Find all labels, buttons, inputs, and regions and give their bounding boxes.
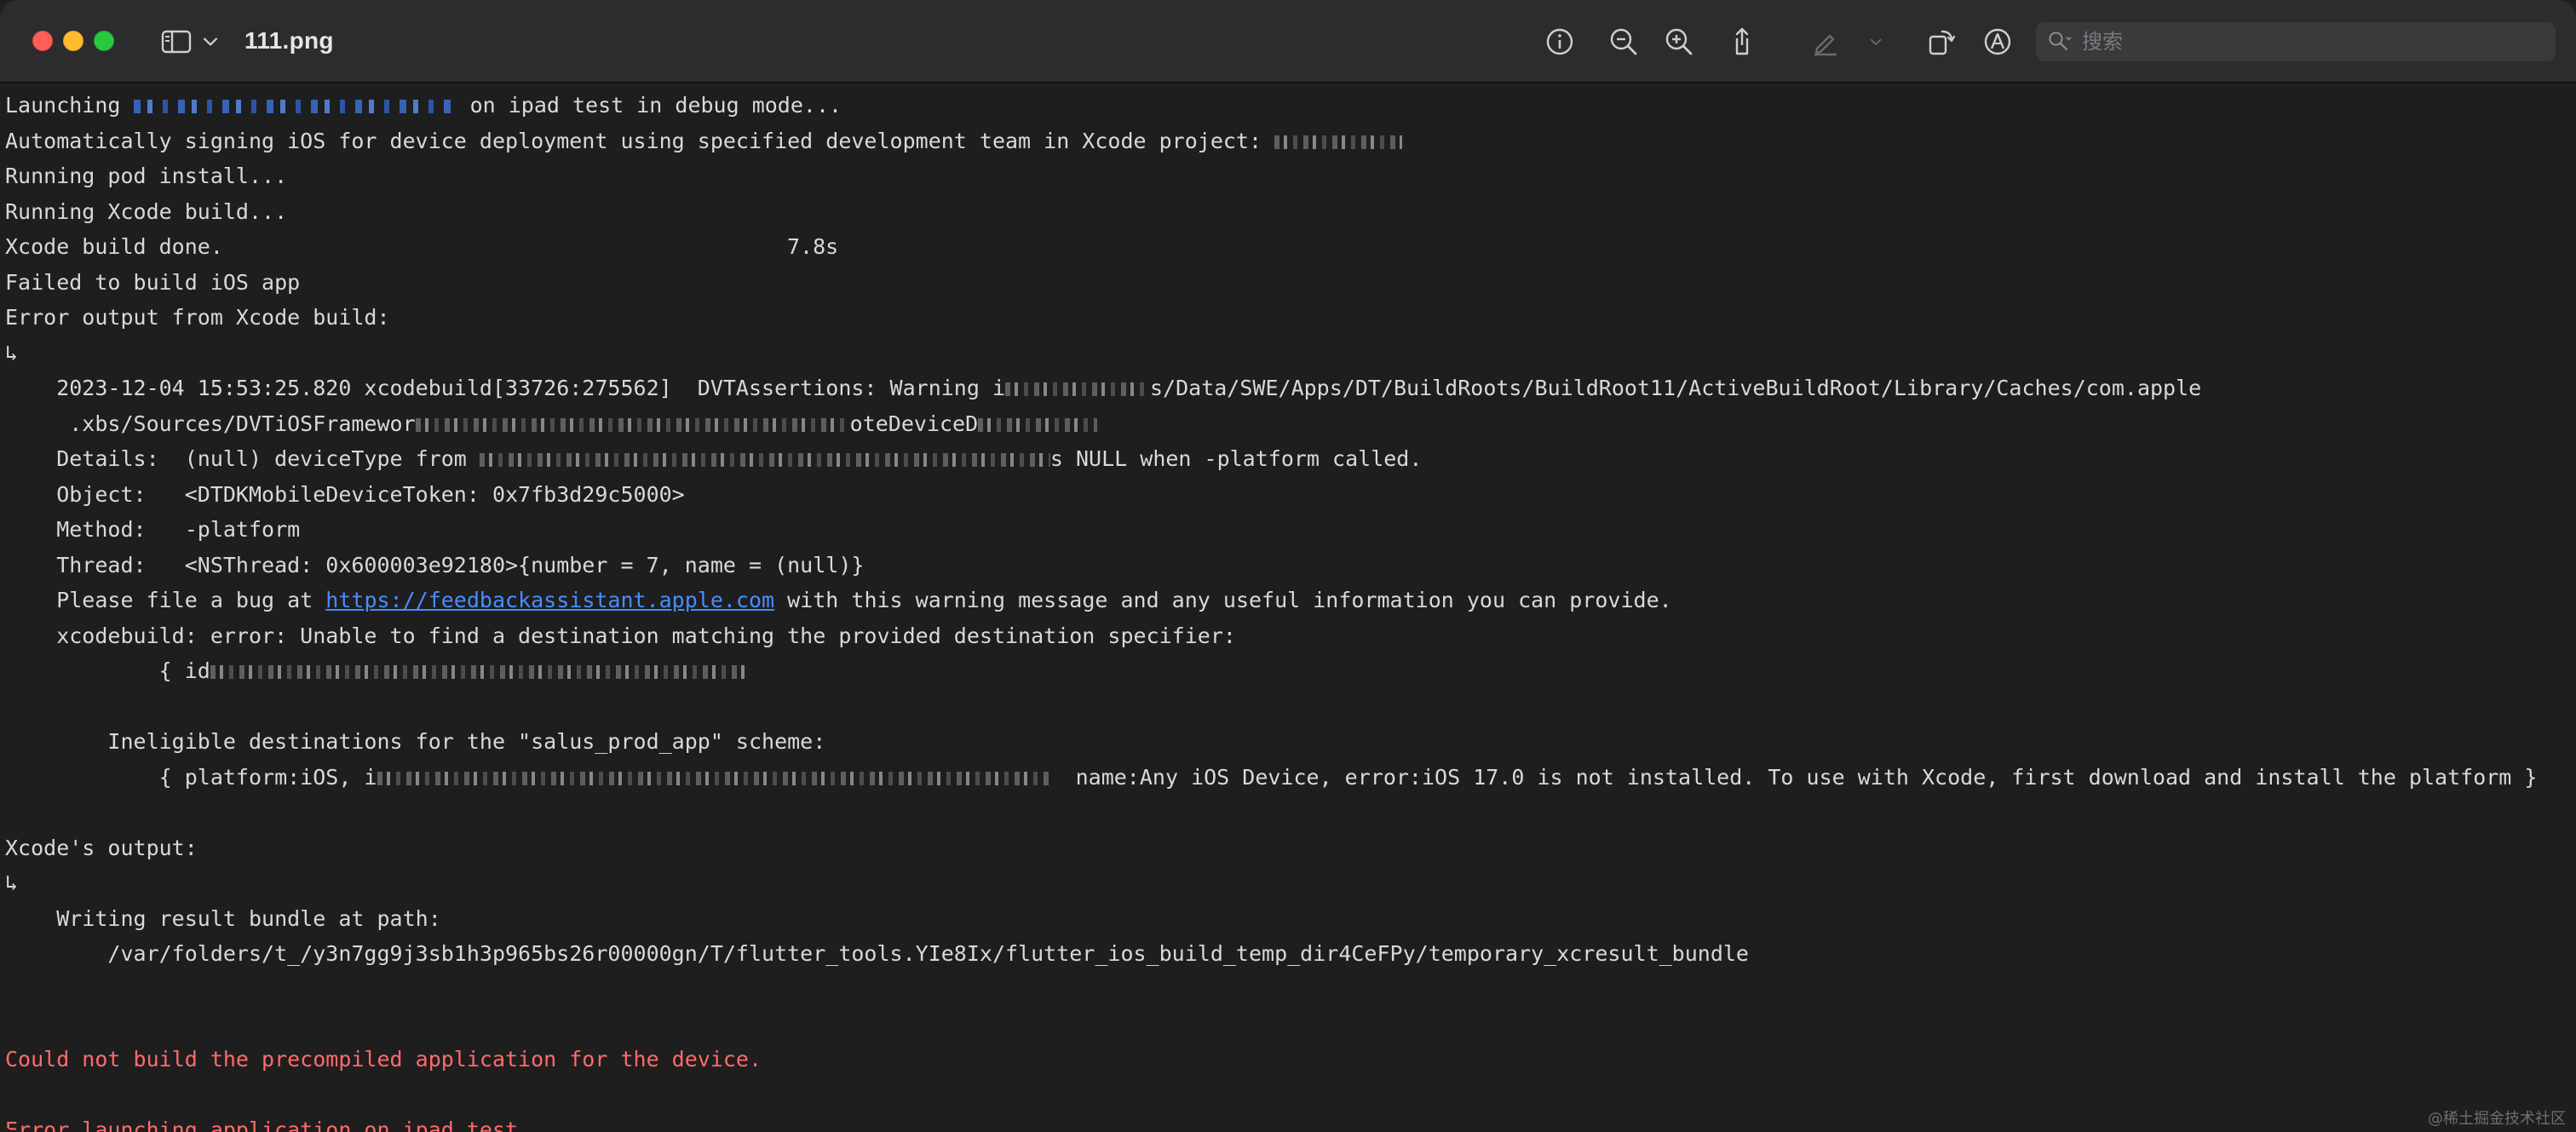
log-line-23: /var/folders/t_/y3n7gg9j3sb1h3p965bs26r0… — [5, 941, 1749, 966]
log-line-12: Object: <DTDKMobileDeviceToken: 0x7fb3d2… — [5, 482, 685, 507]
terminal-output: Launching on ipad test in debug mode... … — [0, 83, 2576, 1132]
log-line-18: Ineligible destinations for the "salus_p… — [5, 729, 826, 754]
log-line-7: Error output from Xcode build: — [5, 305, 390, 330]
build-duration: 7.8s — [787, 234, 839, 259]
sidebar-icon[interactable] — [158, 24, 194, 60]
search-input[interactable] — [2080, 24, 2556, 60]
redacted-device-id — [210, 665, 747, 679]
log-line-20: Xcode's output: — [5, 836, 198, 860]
log-line-6: Failed to build iOS app — [5, 270, 301, 295]
log-line-11: Details: (null) deviceType from s NULL w… — [5, 446, 1423, 471]
share-icon[interactable] — [1724, 24, 1760, 60]
log-line-17: { id — [5, 653, 747, 688]
log-line-14: Thread: <NSThread: 0x600003e92180>{numbe… — [5, 553, 865, 577]
log-line-16: xcodebuild: error: Unable to find a dest… — [5, 623, 1236, 648]
log-line-19: { platform:iOS, i name:Any iOS Device, e… — [5, 765, 2538, 790]
markup-chevron-icon[interactable] — [1864, 24, 1888, 60]
zoom-in-icon[interactable] — [1661, 24, 1697, 60]
title-bar: 111.png — [0, 0, 2576, 83]
minimize-window-button[interactable] — [63, 31, 83, 51]
redacted-path — [978, 418, 1098, 432]
log-line-13: Method: -platform — [5, 517, 301, 542]
log-line-5: Xcode build done. 7.8s — [5, 229, 838, 264]
error-line-2: Error launching application on ipad test… — [5, 1118, 532, 1132]
log-line-1: Launching on ipad test in debug mode... — [5, 93, 842, 118]
preview-window: 111.png 搜索 Launching on ipad test in deb… — [0, 0, 2576, 1132]
log-line-15: Please file a bug at https://feedbackass… — [5, 588, 1672, 612]
log-line-21: ↳ — [5, 871, 19, 895]
document-title: 111.png — [244, 27, 334, 54]
watermark: @稀土掘金技术社区 — [2428, 1110, 2566, 1128]
error-line-1: Could not build the precompiled applicat… — [5, 1047, 762, 1072]
annotate-icon[interactable] — [1980, 24, 2015, 60]
redacted-path — [1005, 382, 1150, 396]
log-line-22: Writing result bundle at path: — [5, 906, 441, 931]
chevron-down-icon[interactable] — [198, 24, 223, 60]
log-line-4: Running Xcode build... — [5, 199, 288, 224]
log-line-10: .xbs/Sources/DVTiOSFramewor oteDeviceD — [5, 406, 1098, 441]
redacted-device-id — [377, 772, 1050, 785]
close-window-button[interactable] — [32, 31, 53, 51]
log-line-2: Automatically signing iOS for device dep… — [5, 124, 1403, 158]
redacted-device-id — [479, 453, 1050, 467]
log-line-3: Running pod install... — [5, 164, 288, 188]
redacted-app-name — [133, 100, 457, 113]
zoom-window-button[interactable] — [94, 31, 114, 51]
redacted-path — [415, 418, 850, 432]
log-line-8: ↳ — [5, 341, 19, 365]
feedback-assistant-link[interactable]: https://feedbackassistant.apple.com — [325, 588, 774, 612]
search-field[interactable] — [2036, 22, 2556, 61]
search-icon — [2046, 27, 2075, 56]
info-icon[interactable] — [1542, 24, 1578, 60]
log-line-9: 2023-12-04 15:53:25.820 xcodebuild[33726… — [5, 376, 2202, 400]
zoom-out-icon[interactable] — [1606, 24, 1642, 60]
rotate-icon[interactable] — [1923, 24, 1959, 60]
redacted-team-id — [1274, 135, 1403, 149]
markup-pen-icon[interactable] — [1808, 24, 1843, 60]
